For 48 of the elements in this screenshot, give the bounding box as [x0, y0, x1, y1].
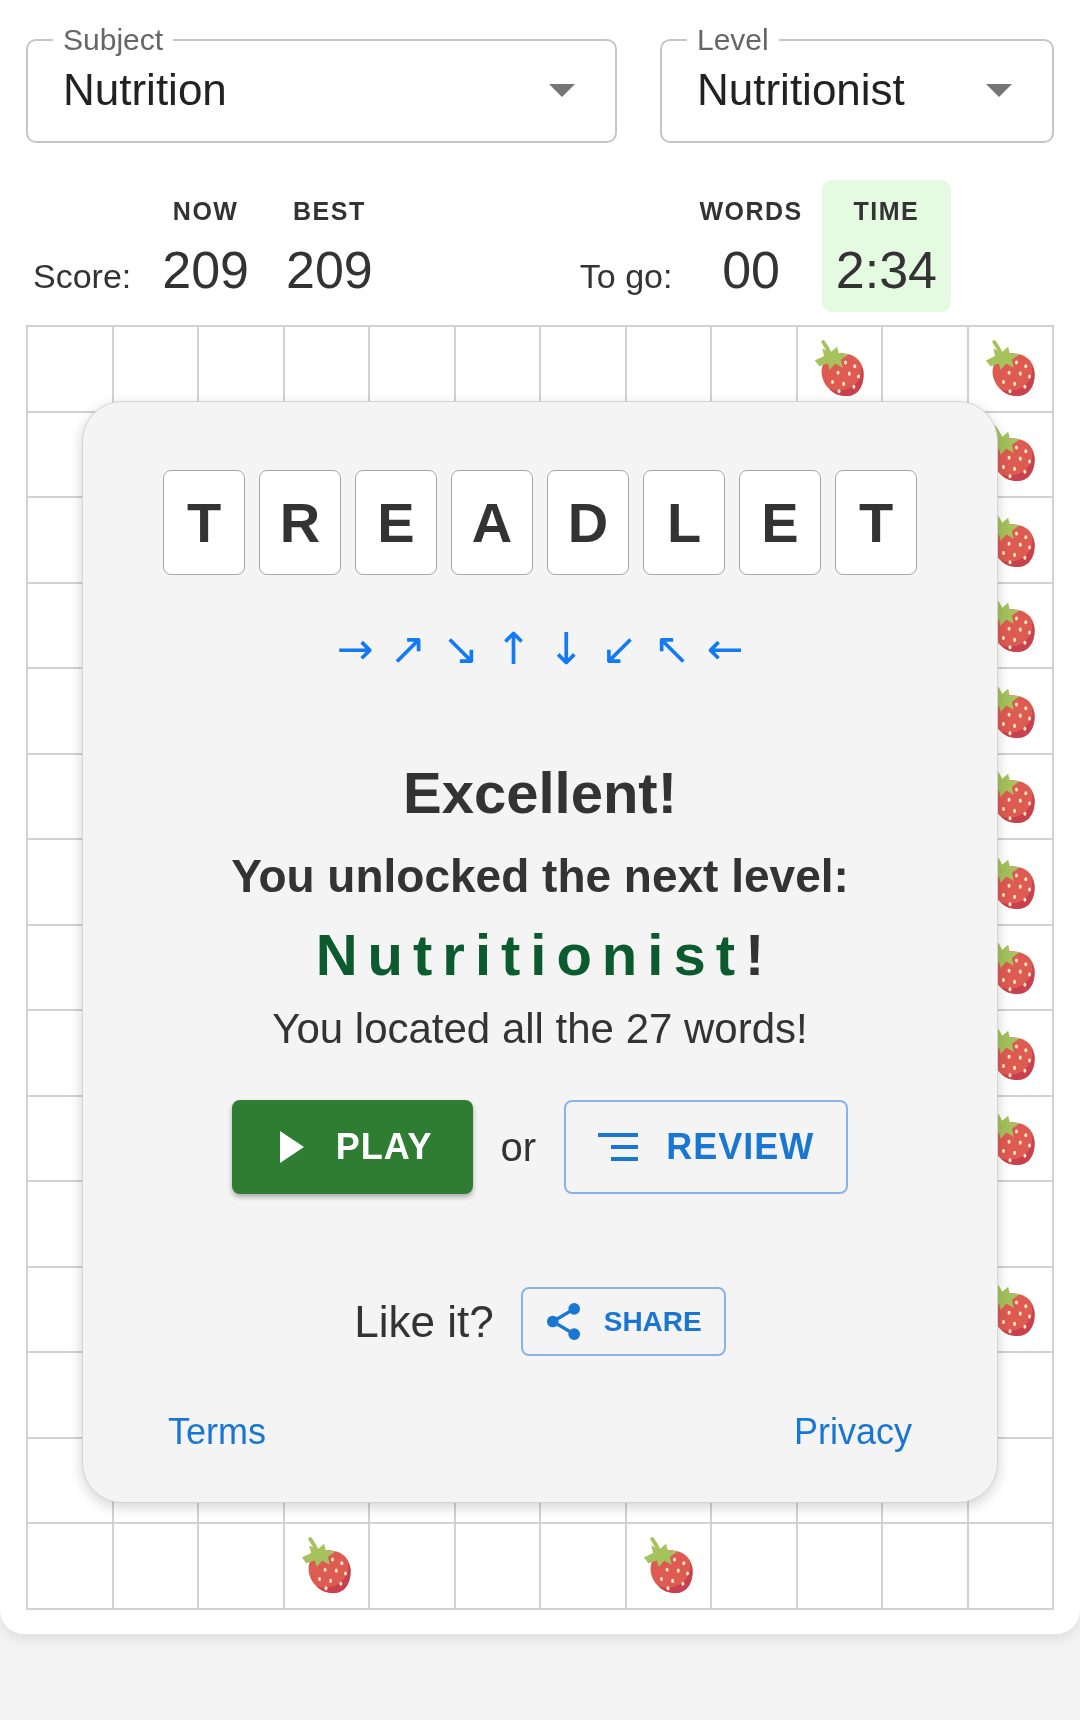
direction-arrow: ↑ — [495, 623, 532, 675]
or-text: or — [500, 1124, 537, 1170]
letter-tile: E — [739, 470, 821, 575]
letter-tile: D — [547, 470, 629, 575]
direction-arrow: ↖ — [653, 623, 691, 675]
stat-label: TIME — [853, 196, 920, 226]
direction-arrow: ↘ — [442, 623, 480, 675]
strawberry-icon — [983, 339, 1038, 398]
stat-caption: To go: — [579, 257, 673, 296]
direction-arrow: → — [336, 623, 374, 675]
direction-arrow: ↙ — [600, 623, 638, 675]
stat-value: 209 — [286, 240, 373, 300]
direction-arrow: ← — [706, 623, 744, 675]
letter-tile: A — [451, 470, 533, 575]
strawberry-icon — [299, 1536, 354, 1595]
strawberry-icon — [812, 339, 867, 398]
terms-link[interactable]: Terms — [168, 1410, 266, 1454]
result-message: You located all the 27 words! — [272, 1005, 808, 1053]
letter-tile: E — [355, 470, 437, 575]
strawberry-icon — [641, 1536, 696, 1595]
subject-dropdown[interactable]: Subject Nutrition — [26, 25, 617, 143]
stat-label: WORDS — [699, 196, 803, 226]
stat-label: BEST — [293, 196, 366, 226]
stat-value: 2:34 — [835, 240, 937, 300]
share-prompt: Like it? — [354, 1296, 494, 1347]
review-button[interactable]: REVIEW — [564, 1100, 849, 1194]
stat-value: 00 — [722, 240, 781, 300]
stat-value: 209 — [162, 240, 250, 300]
play-button[interactable]: PLAY — [231, 1100, 473, 1194]
subtitle-text: You unlocked the next level: — [231, 849, 849, 903]
share-icon — [544, 1302, 582, 1341]
letter-tile: T — [163, 470, 245, 575]
direction-arrow: ↗ — [389, 623, 427, 675]
level-name: Nutritionist! — [314, 921, 775, 989]
caret-icon — [986, 83, 1012, 97]
caret-icon — [549, 83, 575, 97]
lines-icon — [598, 1133, 639, 1161]
share-button[interactable]: SHARE — [520, 1287, 726, 1356]
privacy-link[interactable]: Privacy — [793, 1410, 912, 1454]
stat-label: NOW — [172, 196, 239, 226]
letter-tile: R — [259, 470, 341, 575]
direction-arrow: ↓ — [548, 623, 585, 675]
letter-tile: T — [835, 470, 917, 575]
level-dropdown[interactable]: Level Nutritionist — [660, 25, 1054, 143]
letter-tile: L — [643, 470, 725, 575]
stat-caption: Score: — [33, 257, 132, 296]
dialog-title: Excellent! — [403, 759, 677, 827]
play-icon — [279, 1131, 304, 1163]
